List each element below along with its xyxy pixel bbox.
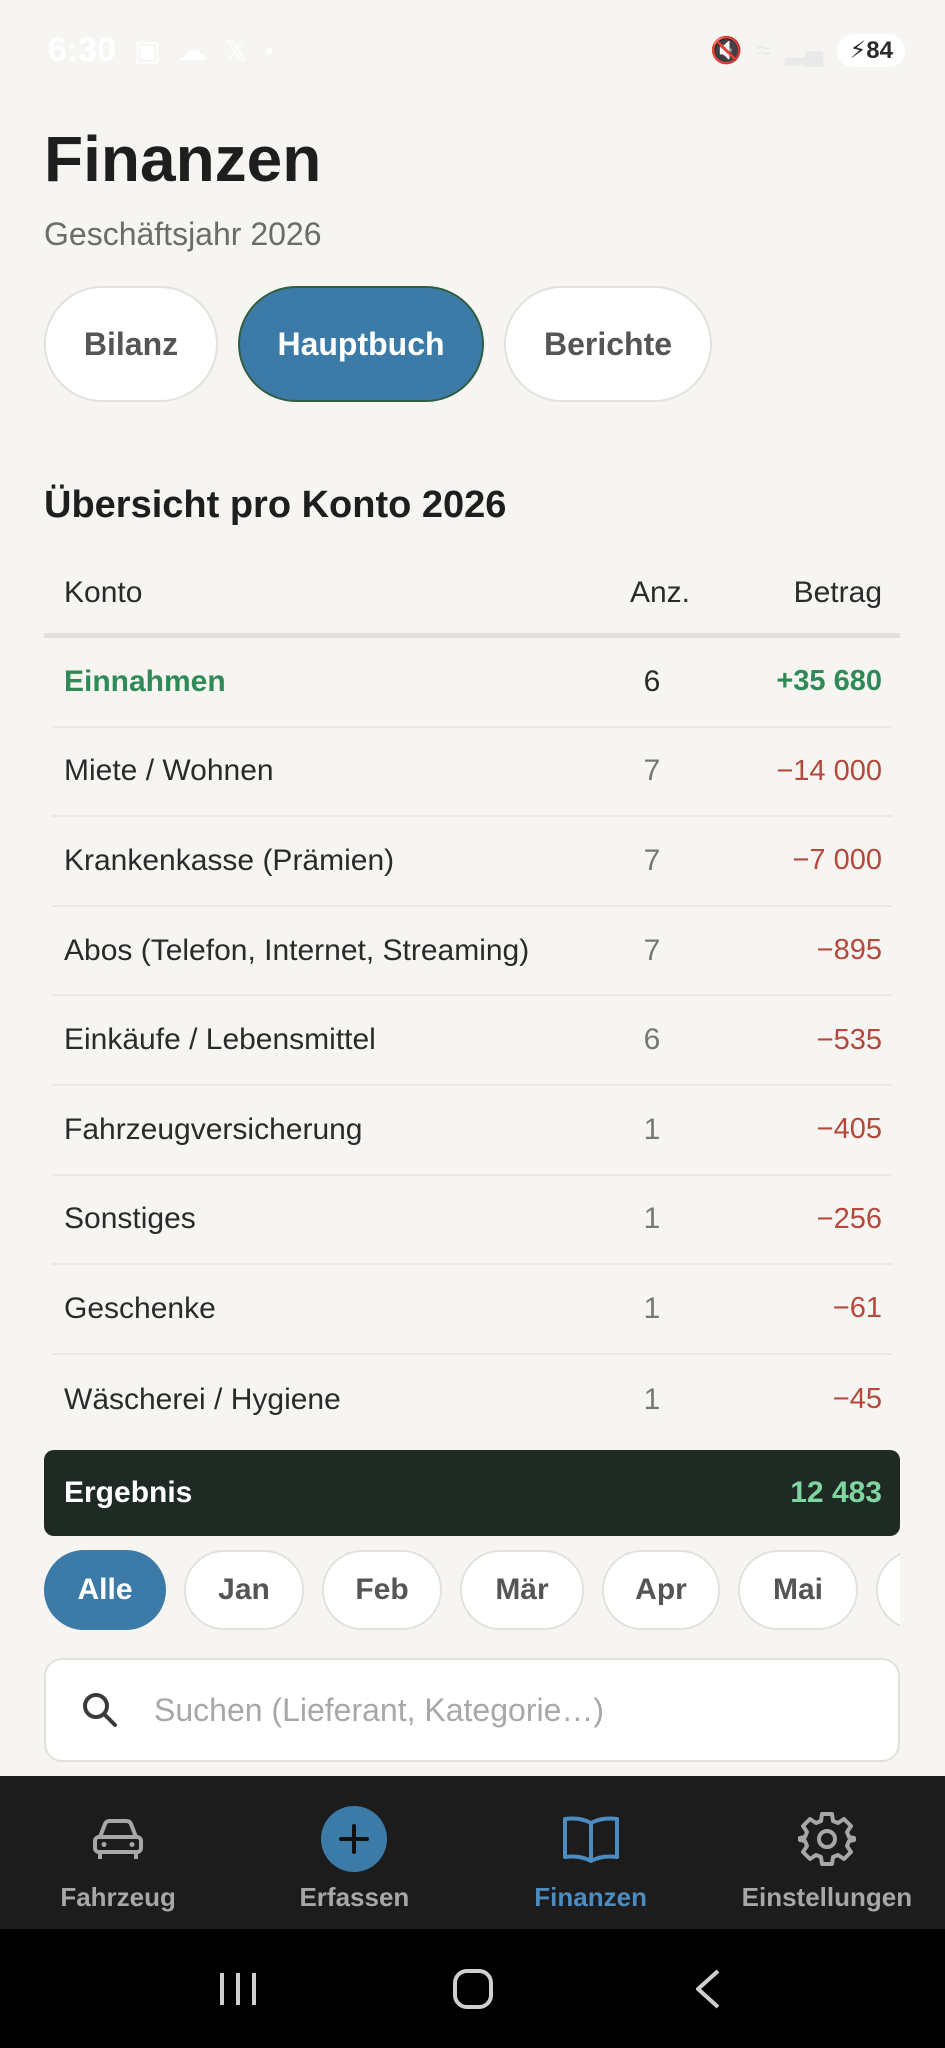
- tab-berichte[interactable]: Berichte: [504, 286, 712, 402]
- row-count: 1: [643, 1112, 661, 1146]
- plus-icon: [321, 1806, 388, 1872]
- car-icon: [85, 1806, 151, 1872]
- wifi-icon: ≈: [756, 34, 772, 65]
- back-icon: [695, 1969, 719, 2008]
- row-amount: +35 680: [776, 665, 882, 698]
- table-row[interactable]: Geschenke 1 −61: [52, 1265, 892, 1355]
- recent-apps-button[interactable]: [198, 1959, 278, 2019]
- home-icon: [452, 1968, 493, 2009]
- row-account-name: Miete / Wohnen: [64, 754, 274, 788]
- row-amount: −535: [816, 1023, 882, 1056]
- month-chip-feb[interactable]: Feb: [322, 1550, 442, 1630]
- nav-label-finanzen: Finanzen: [534, 1882, 647, 1912]
- row-account-name: Fahrzeugversicherung: [64, 1112, 363, 1146]
- status-bar: 6:30 ▣ ☁ 𝕏 ● 🔇 ≈ ▂▄ ⚡84: [0, 0, 945, 100]
- row-count: 7: [643, 933, 661, 967]
- row-account-name: Einnahmen: [64, 664, 226, 698]
- nav-item-einstellungen[interactable]: Einstellungen: [709, 1776, 945, 1929]
- gear-icon: [794, 1806, 860, 1872]
- x-logo-icon: 𝕏: [224, 34, 248, 66]
- search-input[interactable]: Suchen (Lieferant, Kategorie…): [44, 1658, 900, 1762]
- nav-label-fahrzeug: Fahrzeug: [60, 1882, 176, 1912]
- row-count: 6: [643, 664, 661, 698]
- bottom-nav: Fahrzeug Erfassen Finanzen Einstellungen: [0, 1776, 945, 1929]
- status-left: 6:30 ▣ ☁ 𝕏 ●: [48, 31, 274, 70]
- row-amount: −7 000: [792, 844, 882, 877]
- table-row[interactable]: Miete / Wohnen 7 −14 000: [52, 728, 892, 818]
- row-count: 7: [643, 754, 661, 788]
- result-bar: Ergebnis 12 483: [44, 1450, 900, 1536]
- month-chip-jan[interactable]: Jan: [184, 1550, 304, 1630]
- mute-icon: 🔇: [710, 34, 743, 65]
- page-title: Finanzen: [44, 123, 322, 195]
- screenshot-icon: ▣: [134, 34, 161, 66]
- status-time: 6:30: [48, 30, 117, 69]
- table-header: Konto Anz. Betrag: [44, 552, 900, 638]
- result-label: Ergebnis: [64, 1476, 193, 1509]
- row-account-name: Geschenke: [64, 1291, 216, 1325]
- account-table: Konto Anz. Betrag Einnahmen 6 +35 680 Mi…: [44, 552, 900, 1444]
- row-amount: −45: [832, 1383, 882, 1416]
- row-account-name: Einkäufe / Lebensmittel: [64, 1023, 376, 1057]
- table-row[interactable]: Wäscherei / Hygiene 1 −45: [52, 1355, 892, 1445]
- nav-item-finanzen[interactable]: Finanzen: [473, 1776, 709, 1929]
- column-header-anzahl: Anz.: [629, 575, 691, 609]
- cloud-icon: ☁: [178, 34, 207, 66]
- nav-item-erfassen[interactable]: Erfassen: [236, 1776, 472, 1929]
- dot-icon: ●: [265, 42, 274, 58]
- table-row[interactable]: Einkäufe / Lebensmittel 6 −535: [52, 996, 892, 1086]
- tab-bilanz[interactable]: Bilanz: [44, 286, 218, 402]
- row-count: 1: [643, 1382, 661, 1416]
- nav-label-einstellungen: Einstellungen: [741, 1882, 913, 1912]
- row-count: 7: [643, 843, 661, 877]
- row-amount: −61: [832, 1292, 882, 1325]
- row-count: 1: [643, 1291, 661, 1325]
- month-chip-maer[interactable]: Mär: [460, 1550, 584, 1630]
- signal-icon: ▂▄: [785, 34, 824, 65]
- month-chip-partial[interactable]: [876, 1550, 900, 1630]
- tab-hauptbuch[interactable]: Hauptbuch: [238, 286, 484, 402]
- month-filter: Alle Jan Feb Mär Apr Mai: [0, 1548, 900, 1632]
- result-value: 12 483: [790, 1476, 882, 1509]
- battery-level: 84: [866, 36, 893, 64]
- row-count: 6: [643, 1023, 661, 1057]
- battery-indicator: ⚡84: [837, 33, 905, 67]
- table-body: Einnahmen 6 +35 680 Miete / Wohnen 7 −14…: [44, 638, 900, 1444]
- row-account-name: Abos (Telefon, Internet, Streaming): [64, 933, 530, 967]
- page-subtitle: Geschäftsjahr 2026: [44, 216, 322, 252]
- row-amount: −256: [816, 1202, 882, 1235]
- table-row[interactable]: Krankenkasse (Prämien) 7 −7 000: [52, 817, 892, 907]
- row-amount: −14 000: [776, 754, 882, 787]
- section-title: Übersicht pro Konto 2026: [44, 484, 507, 526]
- month-chip-apr[interactable]: Apr: [602, 1550, 720, 1630]
- column-header-betrag: Betrag: [793, 575, 882, 609]
- row-count: 1: [643, 1202, 661, 1236]
- back-button[interactable]: [668, 1959, 748, 2019]
- month-chip-mai[interactable]: Mai: [738, 1550, 858, 1630]
- recent-apps-icon: [219, 1972, 256, 2005]
- nav-label-erfassen: Erfassen: [299, 1882, 410, 1912]
- row-account-name: Wäscherei / Hygiene: [64, 1382, 341, 1416]
- table-row[interactable]: Einnahmen 6 +35 680: [52, 638, 892, 728]
- row-amount: −895: [816, 934, 882, 967]
- book-icon: [558, 1806, 624, 1872]
- row-amount: −405: [816, 1113, 882, 1146]
- system-nav-bar: [0, 1929, 945, 2048]
- table-row[interactable]: Sonstiges 1 −256: [52, 1176, 892, 1266]
- column-header-konto: Konto: [64, 575, 143, 609]
- row-account-name: Krankenkasse (Prämien): [64, 843, 395, 877]
- nav-item-fahrzeug[interactable]: Fahrzeug: [0, 1776, 236, 1929]
- search-icon: [83, 1693, 117, 1727]
- home-button[interactable]: [433, 1959, 513, 2019]
- table-row[interactable]: Abos (Telefon, Internet, Streaming) 7 −8…: [52, 907, 892, 997]
- status-right: 🔇 ≈ ▂▄ ⚡84: [710, 33, 905, 67]
- row-account-name: Sonstiges: [64, 1202, 196, 1236]
- table-row[interactable]: Fahrzeugversicherung 1 −405: [52, 1086, 892, 1176]
- month-chip-alle[interactable]: Alle: [44, 1550, 166, 1630]
- search-placeholder: Suchen (Lieferant, Kategorie…): [154, 1691, 605, 1728]
